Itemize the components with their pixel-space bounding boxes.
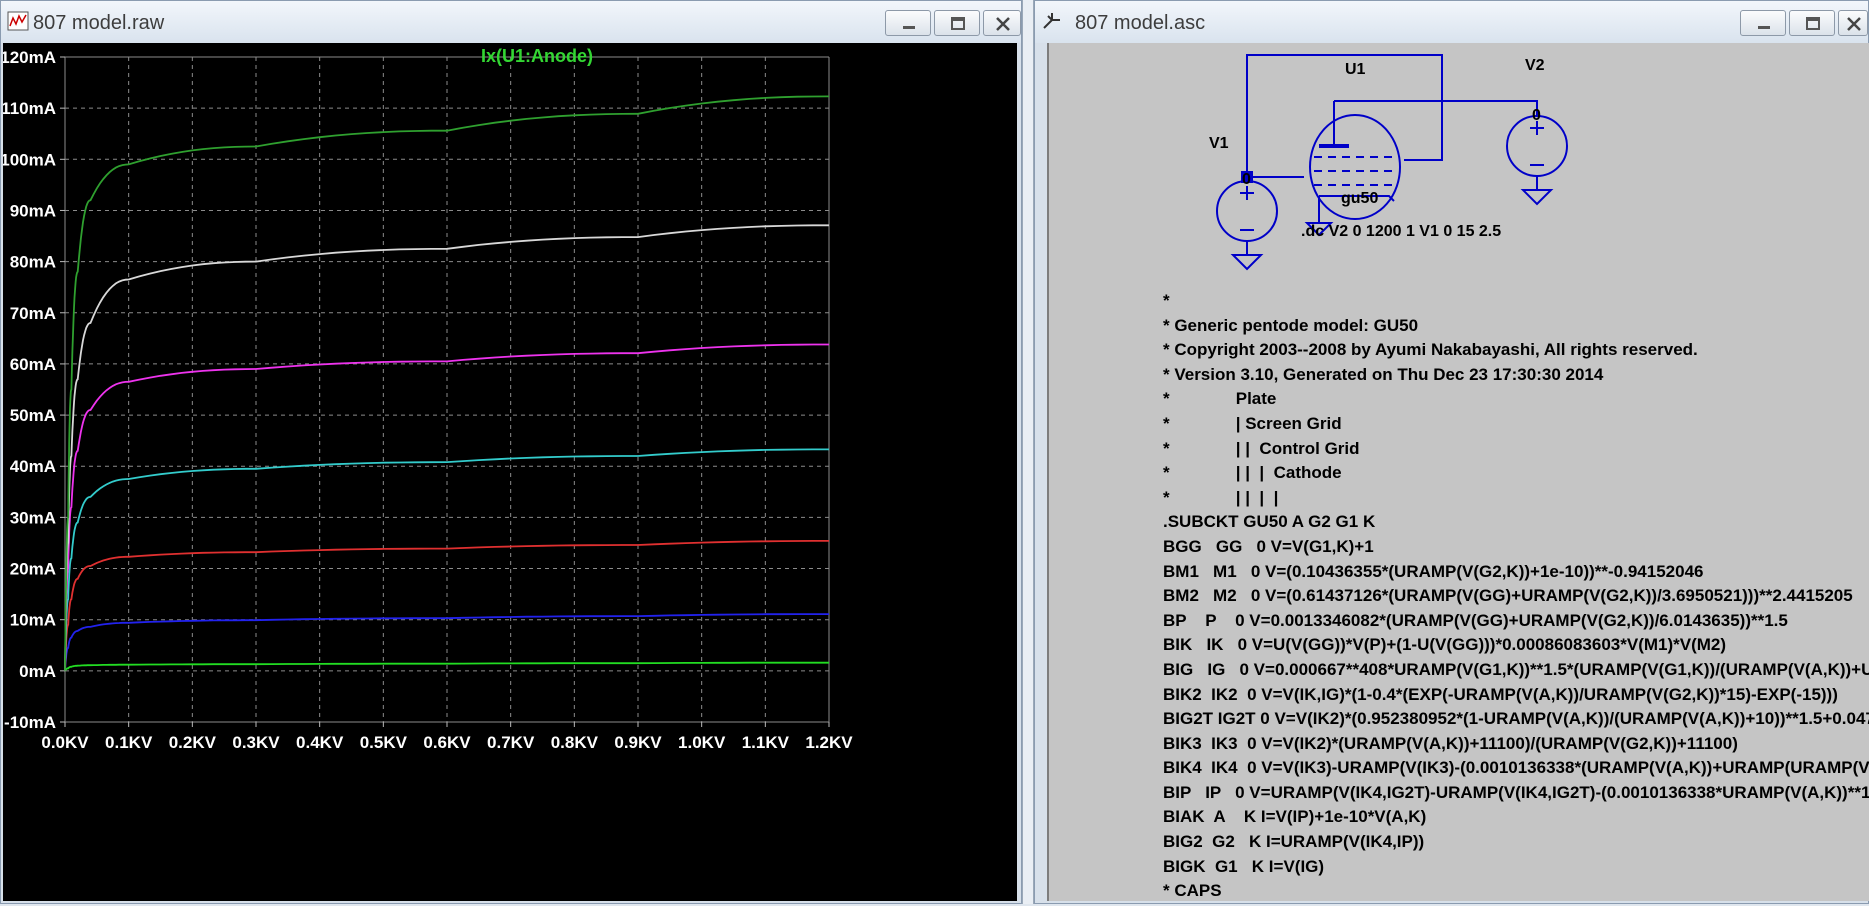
schematic-window-title: 807 model.asc — [1075, 12, 1206, 34]
y-tick-label: 20mA — [10, 560, 56, 579]
plot-window-title: 807 model.raw — [33, 12, 165, 34]
voltage-source-v1[interactable] — [1216, 180, 1278, 271]
netlist-line: * Copyright 2003--2008 by Ayumi Nakabaya… — [1163, 340, 1698, 360]
x-tick-label: 0.9KV — [614, 733, 662, 752]
netlist-line: * | | | Cathode — [1163, 463, 1342, 483]
netlist-line: BIG IG 0 V=0.000667**408*URAMP(V(G1,K))*… — [1163, 659, 1869, 679]
netlist-line: BP P 0 V=0.0013346082*(URAMP(V(GG)+URAMP… — [1163, 610, 1788, 630]
wire-net[interactable] — [1246, 54, 1538, 178]
v2-label[interactable]: V2 — [1525, 57, 1545, 75]
x-tick-label: 0.5KV — [360, 733, 408, 752]
plot-window: 807 model.raw 0.0KV 0.1KV 0.2KV 0.3KV 0.4KV 0… — [0, 0, 1022, 904]
y-tick-label: 0mA — [19, 662, 56, 681]
netlist-line: BIG2T IG2T 0 V=V(IK2)*(0.952380952*(1-UR… — [1163, 709, 1869, 729]
netlist-line: * — [1163, 291, 1170, 310]
x-tick-label: 0.2KV — [169, 733, 217, 752]
schematic-canvas[interactable]: U1 V2 V1 gu50 0 0 .dc V2 0 1200 1 V1 0 1… — [1047, 43, 1869, 901]
x-tick-label: 1.2KV — [805, 733, 853, 752]
netlist-line: * | Screen Grid — [1163, 413, 1342, 433]
schematic-window: 807 model.asc U1 V2 V1 gu50 0 0 .dc V2 0… — [1034, 0, 1869, 904]
netlist-line: * CAPS — [1163, 881, 1222, 901]
y-tick-label: 10mA — [10, 611, 56, 630]
x-tick-label: 0.1KV — [105, 733, 153, 752]
netlist-line: BIAK A K I=V(IP)+1e-10*V(A,K) — [1163, 807, 1427, 827]
x-tick-label: 0.0KV — [41, 733, 89, 752]
y-tick-label: 70mA — [10, 304, 56, 323]
x-tick-label: 0.7KV — [487, 733, 535, 752]
y-tick-label: 110mA — [3, 99, 56, 118]
y-tick-label: 80mA — [10, 253, 56, 272]
y-tick-label: 120mA — [3, 48, 56, 67]
v1-label[interactable]: V1 — [1209, 135, 1229, 153]
x-tick-label: 1.1KV — [742, 733, 790, 752]
tube-model-label[interactable]: gu50 — [1341, 190, 1378, 208]
plot-minimize-button[interactable] — [885, 10, 931, 36]
netlist-line: BIK4 IK4 0 V=V(IK3)-URAMP(V(IK3)-(0.0010… — [1163, 758, 1869, 778]
plot-maximize-button[interactable] — [934, 10, 980, 36]
window-splitter[interactable] — [1022, 0, 1034, 904]
plot-close-button[interactable] — [983, 10, 1021, 36]
y-tick-label: 100mA — [3, 150, 56, 169]
waveform-app-icon — [7, 11, 29, 31]
netlist-line: * | | | | — [1163, 487, 1279, 507]
netlist-line: BIK3 IK3 0 V=V(IK2)*(URAMP(V(A,K))+11100… — [1163, 733, 1738, 753]
minimize-icon — [903, 26, 915, 29]
y-tick-label: 50mA — [10, 406, 56, 425]
minimize-icon — [1758, 26, 1770, 29]
netlist-line: * Generic pentode model: GU50 — [1163, 315, 1419, 335]
v1-value-label[interactable]: 0 — [1242, 171, 1251, 189]
traces[interactable] — [64, 95, 830, 672]
schematic-minimize-button[interactable] — [1740, 10, 1786, 36]
netlist-line: BIGK G1 K I=V(IG) — [1163, 856, 1325, 876]
x-tick-label: 0.6KV — [423, 733, 471, 752]
netlist-line: BIK2 IK2 0 V=V(IK,IG)*(1-0.4*(EXP(-URAMP… — [1163, 684, 1838, 704]
plot-titlebar[interactable]: 807 model.raw — [1, 1, 1021, 43]
voltage-source-v2[interactable] — [1506, 115, 1568, 206]
y-tick-label: 60mA — [10, 355, 56, 374]
waveform-chart[interactable]: 0.0KV 0.1KV 0.2KV 0.3KV 0.4KV 0.5KV 0.6KV 0.7KV… — [0, 43, 1017, 901]
netlist-line: BM2 M2 0 V=(0.61437126*(URAMP(V(GG)+URAM… — [1163, 586, 1853, 606]
schematic-close-button[interactable] — [1838, 10, 1868, 36]
netlist-line: .SUBCKT GU50 A G2 G1 K — [1163, 512, 1376, 532]
netlist-line: BIK IK 0 V=U(V(GG))*V(P)+(1-U(V(GG)))*0.… — [1163, 635, 1727, 655]
spice-netlist-text[interactable]: * * Generic pentode model: GU50 * Copyrigh… — [1163, 289, 1869, 901]
x-tick-label: 1.0KV — [678, 733, 726, 752]
y-tick-label: 40mA — [10, 457, 56, 476]
u1-label[interactable]: U1 — [1345, 61, 1365, 79]
dc-sweep-directive[interactable]: .dc V2 0 1200 1 V1 0 15 2.5 — [1301, 223, 1501, 241]
v2-value-label[interactable]: 0 — [1532, 107, 1541, 125]
netlist-line: * Plate — [1163, 389, 1277, 409]
grid — [64, 56, 830, 723]
close-icon — [1847, 17, 1861, 31]
y-tick-label: -10mA — [4, 713, 56, 732]
x-tick-label: 0.8KV — [551, 733, 599, 752]
plot-pane[interactable]: 0.0KV 0.1KV 0.2KV 0.3KV 0.4KV 0.5KV 0.6KV 0.7KV… — [0, 43, 1017, 901]
netlist-line: * | | Control Grid — [1163, 438, 1360, 458]
trace-title[interactable]: Ix(U1:Anode) — [481, 46, 593, 66]
netlist-line: BIG2 G2 K I=URAMP(V(IK4,IP)) — [1163, 832, 1425, 852]
schematic-app-icon — [1043, 13, 1060, 29]
netlist-line: BIP IP 0 V=URAMP(V(IK4,IG2T)-URAMP(V(IK4… — [1163, 782, 1869, 802]
netlist-line: BGG GG 0 V=V(G1,K)+1 — [1163, 536, 1374, 556]
close-icon — [996, 17, 1010, 31]
trace-series-7[interactable] — [64, 95, 830, 671]
x-tick-label: 0.4KV — [296, 733, 344, 752]
netlist-line: * Version 3.10, Generated on Thu Dec 23 … — [1163, 364, 1604, 384]
pentode-tube-u1[interactable] — [1304, 101, 1401, 237]
maximize-icon — [1806, 17, 1820, 30]
axis-ticks: 0.0KV 0.1KV 0.2KV 0.3KV 0.4KV 0.5KV 0.6KV 0.7KV… — [0, 48, 853, 752]
x-tick-label: 0.3KV — [232, 733, 280, 752]
schematic-titlebar[interactable]: 807 model.asc — [1035, 1, 1868, 43]
y-tick-label: 30mA — [10, 508, 56, 527]
netlist-line: BM1 M1 0 V=(0.10436355*(URAMP(V(G2,K))+1… — [1163, 561, 1704, 581]
schematic-maximize-button[interactable] — [1789, 10, 1835, 36]
y-tick-label: 90mA — [10, 201, 56, 220]
maximize-icon — [951, 17, 965, 30]
